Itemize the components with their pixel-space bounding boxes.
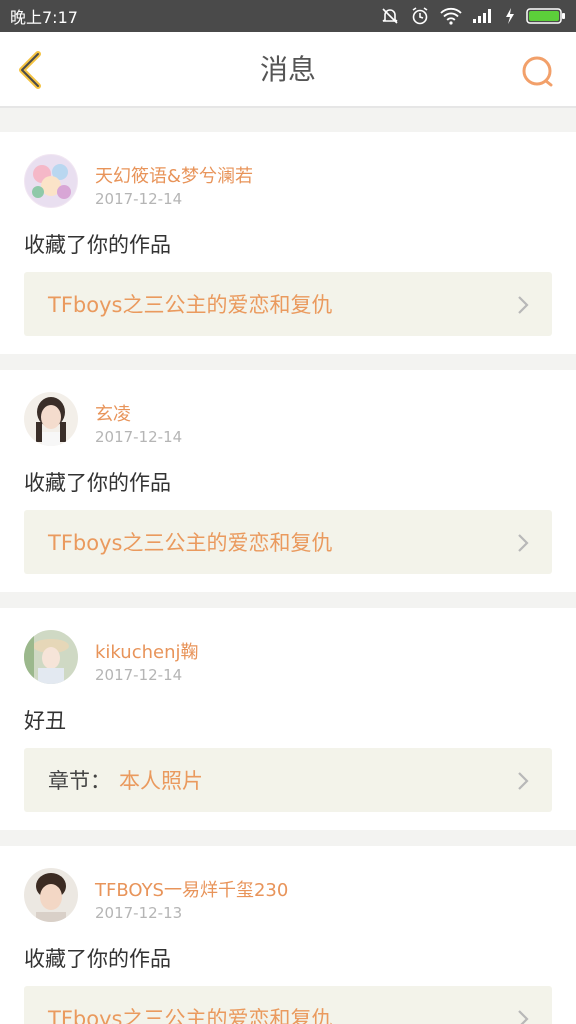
username[interactable]: kikuchenj鞠 — [95, 638, 199, 664]
work-link[interactable]: TFboys之三公主的爱恋和复仇 — [24, 986, 552, 1024]
status-time: 晚上7:17 — [10, 8, 78, 27]
username[interactable]: 天幻筱语&梦兮澜若 — [95, 162, 253, 188]
chapter-title: 本人照片 — [119, 769, 203, 793]
battery-icon — [526, 7, 566, 25]
message-date: 2017-12-14 — [95, 428, 183, 446]
status-bar: 晚上7:17 — [0, 0, 576, 32]
alarm-icon — [410, 6, 430, 26]
chevron-right-icon — [518, 296, 529, 314]
avatar[interactable] — [24, 154, 78, 208]
message-card: kikuchenj鞠 2017-12-14 好丑 章节： 本人照片 — [0, 608, 576, 830]
avatar[interactable] — [24, 630, 78, 684]
wifi-icon — [440, 7, 462, 25]
chevron-right-icon — [518, 1010, 529, 1024]
work-title: TFboys之三公主的爱恋和复仇 — [48, 293, 333, 317]
message-date: 2017-12-13 — [95, 904, 183, 922]
message-text: 收藏了你的作品 — [24, 947, 171, 971]
avatar[interactable] — [24, 392, 78, 446]
message-text: 好丑 — [24, 709, 66, 733]
message-date: 2017-12-14 — [95, 666, 183, 684]
mute-icon — [380, 6, 400, 26]
chevron-right-icon — [518, 772, 529, 790]
search-button[interactable] — [520, 54, 556, 90]
charging-icon — [504, 7, 516, 25]
message-date: 2017-12-14 — [95, 190, 183, 208]
message-text: 收藏了你的作品 — [24, 233, 171, 257]
page-title: 消息 — [259, 53, 316, 86]
work-link[interactable]: TFboys之三公主的爱恋和复仇 — [24, 272, 552, 336]
work-title: TFboys之三公主的爱恋和复仇 — [48, 531, 333, 555]
avatar[interactable] — [24, 868, 78, 922]
search-icon — [522, 56, 553, 87]
work-link[interactable]: TFboys之三公主的爱恋和复仇 — [24, 510, 552, 574]
message-text: 收藏了你的作品 — [24, 471, 171, 495]
work-title: TFboys之三公主的爱恋和复仇 — [48, 1007, 333, 1024]
chapter-link[interactable]: 章节： 本人照片 — [24, 748, 552, 812]
app-header: 消息 — [0, 32, 576, 108]
chevron-right-icon — [518, 534, 529, 552]
message-card: TFBOYS一易烊千玺230 2017-12-13 收藏了你的作品 TFboys… — [0, 846, 576, 1024]
message-card: 玄凌 2017-12-14 收藏了你的作品 TFboys之三公主的爱恋和复仇 — [0, 370, 576, 592]
chapter-prefix: 章节： — [48, 769, 111, 793]
username[interactable]: 玄凌 — [95, 400, 131, 426]
message-list: 天幻筱语&梦兮澜若 2017-12-14 收藏了你的作品 TFboys之三公主的… — [0, 116, 576, 1024]
username[interactable]: TFBOYS一易烊千玺230 — [95, 876, 288, 902]
message-card: 天幻筱语&梦兮澜若 2017-12-14 收藏了你的作品 TFboys之三公主的… — [0, 132, 576, 354]
signal-icon — [472, 8, 494, 24]
